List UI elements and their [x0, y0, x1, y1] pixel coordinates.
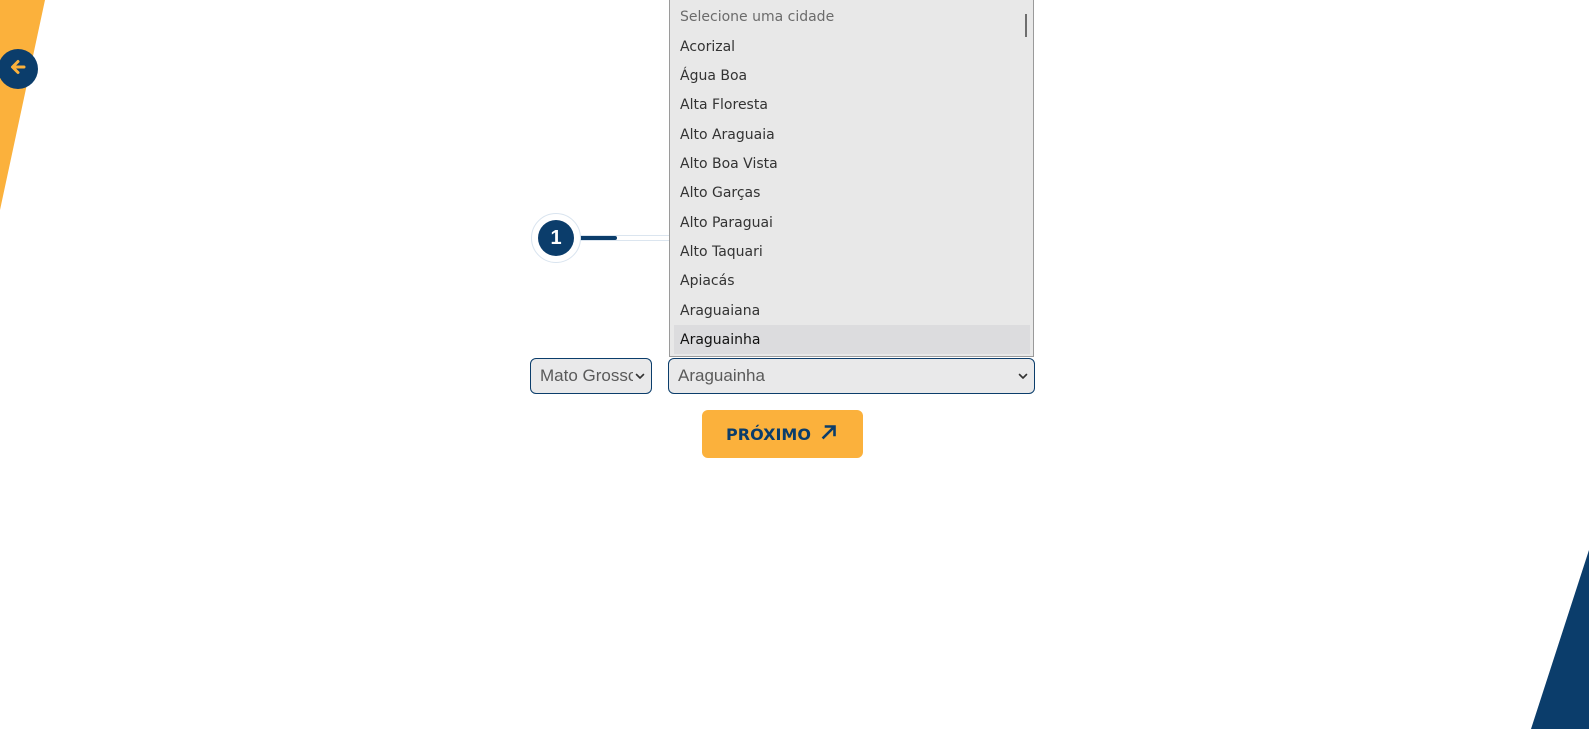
step-indicator: 1 — [538, 220, 574, 256]
dropdown-option[interactable]: Selecione uma cidade — [674, 2, 1030, 31]
dropdown-option[interactable]: Alta Floresta — [674, 90, 1030, 119]
dropdown-option[interactable]: Acorizal — [674, 32, 1030, 61]
state-select[interactable]: Mato Grosso — [530, 358, 652, 394]
city-dropdown-list[interactable]: Selecione uma cidade Acorizal Água Boa A… — [669, 0, 1034, 357]
arrow-up-right-icon — [819, 422, 839, 446]
arrow-left-icon — [8, 57, 28, 82]
page: 1 Mato Grosso Araguainha Selecione uma c… — [0, 0, 1589, 729]
chevron-down-icon — [1018, 373, 1028, 379]
dropdown-option[interactable]: Água Boa — [674, 61, 1030, 90]
dropdown-option-selected[interactable]: Araguainha — [674, 325, 1030, 354]
dropdown-option[interactable]: Alto Araguaia — [674, 120, 1030, 149]
chevron-down-icon — [635, 373, 645, 379]
dropdown-option[interactable]: Apiacás — [674, 266, 1030, 295]
next-button-label: PRÓXIMO — [726, 424, 811, 444]
city-select-value: Araguainha — [678, 366, 765, 385]
dropdown-scrollbar[interactable] — [1025, 14, 1027, 37]
dropdown-option[interactable]: Araguaiana — [674, 296, 1030, 325]
dropdown-option[interactable]: Alto Paraguai — [674, 208, 1030, 237]
step-number: 1 — [550, 226, 562, 249]
dropdown-option[interactable]: Alto Taquari — [674, 237, 1030, 266]
city-select[interactable]: Araguainha — [668, 358, 1035, 394]
dropdown-option[interactable]: Alto Boa Vista — [674, 149, 1030, 178]
state-select-value: Mato Grosso — [540, 366, 633, 385]
orange-stripe-decoration — [0, 0, 45, 210]
dropdown-option[interactable]: Alto Garças — [674, 178, 1030, 207]
navy-stripe-decoration — [1531, 550, 1589, 729]
next-button[interactable]: PRÓXIMO — [702, 410, 863, 458]
